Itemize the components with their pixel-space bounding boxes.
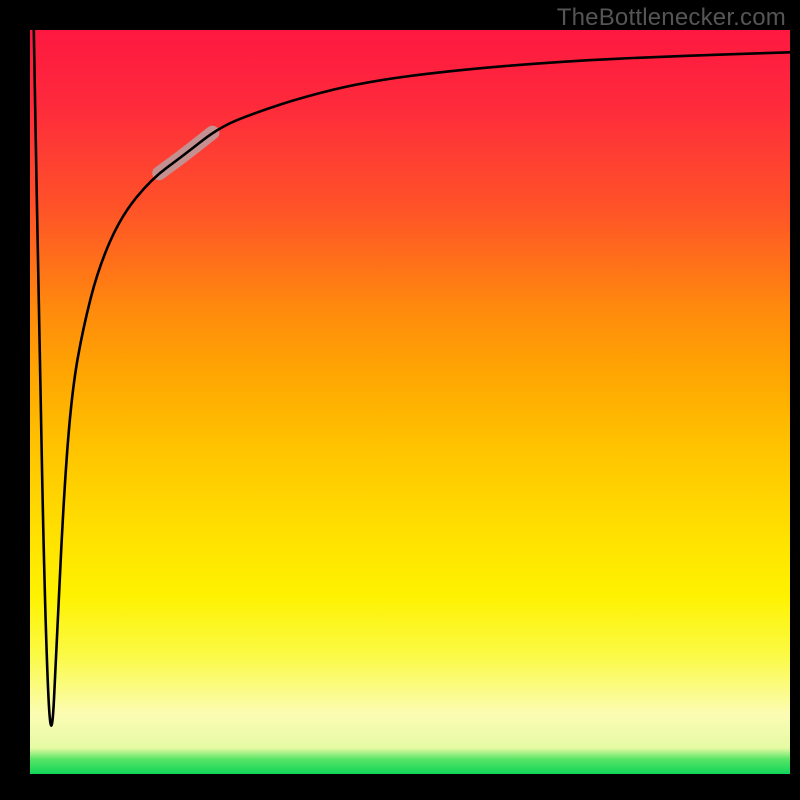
attribution-label: TheBottlenecker.com bbox=[557, 4, 786, 32]
bottleneck-curve bbox=[34, 30, 790, 726]
curve-svg bbox=[30, 30, 790, 774]
chart-frame: TheBottlenecker.com bbox=[0, 0, 800, 800]
plot-area bbox=[30, 30, 790, 774]
